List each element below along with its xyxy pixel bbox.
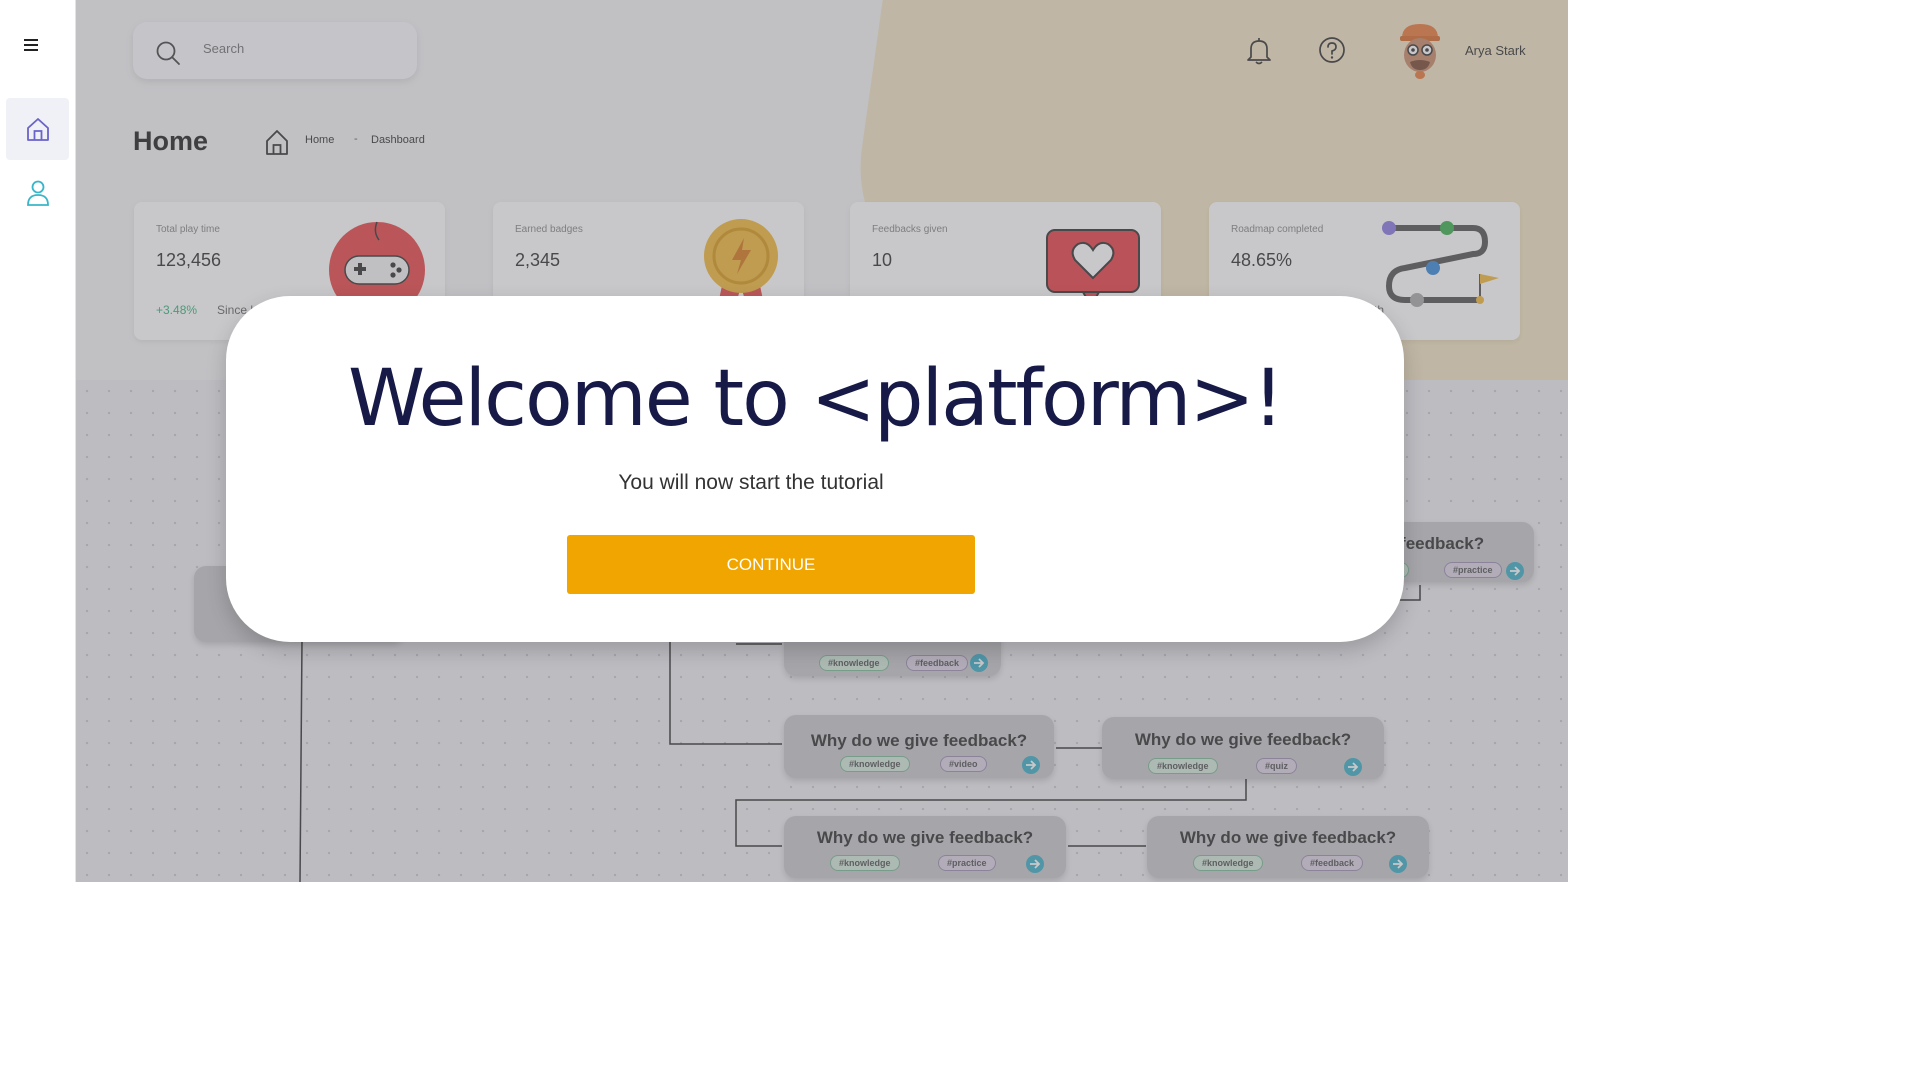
menu-icon[interactable]: [24, 36, 44, 54]
continue-button[interactable]: CONTINUE: [567, 535, 975, 594]
home-icon: [26, 118, 49, 141]
modal-subtitle: You will now start the tutorial: [618, 471, 884, 494]
sidebar: [0, 0, 76, 882]
sidebar-item-home[interactable]: [6, 98, 69, 160]
modal-title: Welcome to <platform>!: [347, 354, 1284, 444]
sidebar-item-profile[interactable]: [6, 162, 69, 224]
welcome-modal: Welcome to <platform>! You will now star…: [226, 296, 1404, 642]
user-icon: [26, 180, 49, 206]
